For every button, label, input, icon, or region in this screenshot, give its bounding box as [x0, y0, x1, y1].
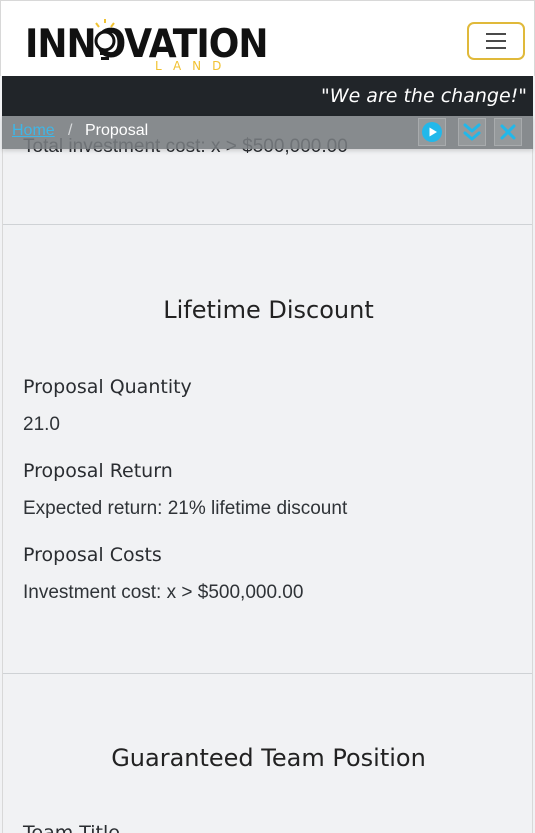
expand-button[interactable]	[458, 118, 486, 146]
double-chevron-down-icon	[463, 123, 481, 141]
proposal-content: Total investment cost: x > $500,000.00 L…	[2, 116, 533, 833]
logo-subtext: LAND	[155, 59, 233, 73]
section-title-guaranteed-team-position: Guaranteed Team Position	[111, 744, 426, 772]
hamburger-line	[486, 40, 506, 42]
hamburger-menu-button[interactable]	[467, 22, 525, 60]
team-title-label: Team Title	[23, 822, 120, 833]
proposal-return-label: Proposal Return	[23, 460, 173, 482]
close-button[interactable]	[494, 118, 522, 146]
breadcrumb-bar: Home / Proposal	[2, 116, 533, 149]
proposal-quantity-value: 21.0	[23, 414, 60, 435]
play-button[interactable]	[418, 118, 446, 146]
proposal-costs-label: Proposal Costs	[23, 544, 162, 566]
innovation-land-logo[interactable]: INNOVATION LAND	[25, 19, 268, 73]
breadcrumb-separator: /	[68, 122, 73, 139]
section-title-lifetime-discount: Lifetime Discount	[163, 296, 374, 324]
breadcrumb-current: Proposal	[85, 122, 149, 139]
proposal-costs-value: Investment cost: x > $500,000.00	[23, 582, 304, 603]
lightbulb-icon	[94, 19, 116, 60]
section-divider	[3, 673, 532, 674]
hamburger-line	[486, 33, 506, 35]
proposal-return-value: Expected return: 21% lifetime discount	[23, 498, 348, 519]
breadcrumb-home-link[interactable]: Home	[12, 122, 55, 140]
site-header: INNOVATION LAND	[0, 0, 535, 76]
section-divider	[3, 224, 532, 225]
slogan-banner: "We are the change!"	[2, 76, 533, 116]
hamburger-line	[486, 47, 506, 49]
close-icon	[500, 124, 516, 140]
proposal-quantity-label: Proposal Quantity	[23, 376, 192, 398]
play-circle-icon	[422, 122, 442, 142]
